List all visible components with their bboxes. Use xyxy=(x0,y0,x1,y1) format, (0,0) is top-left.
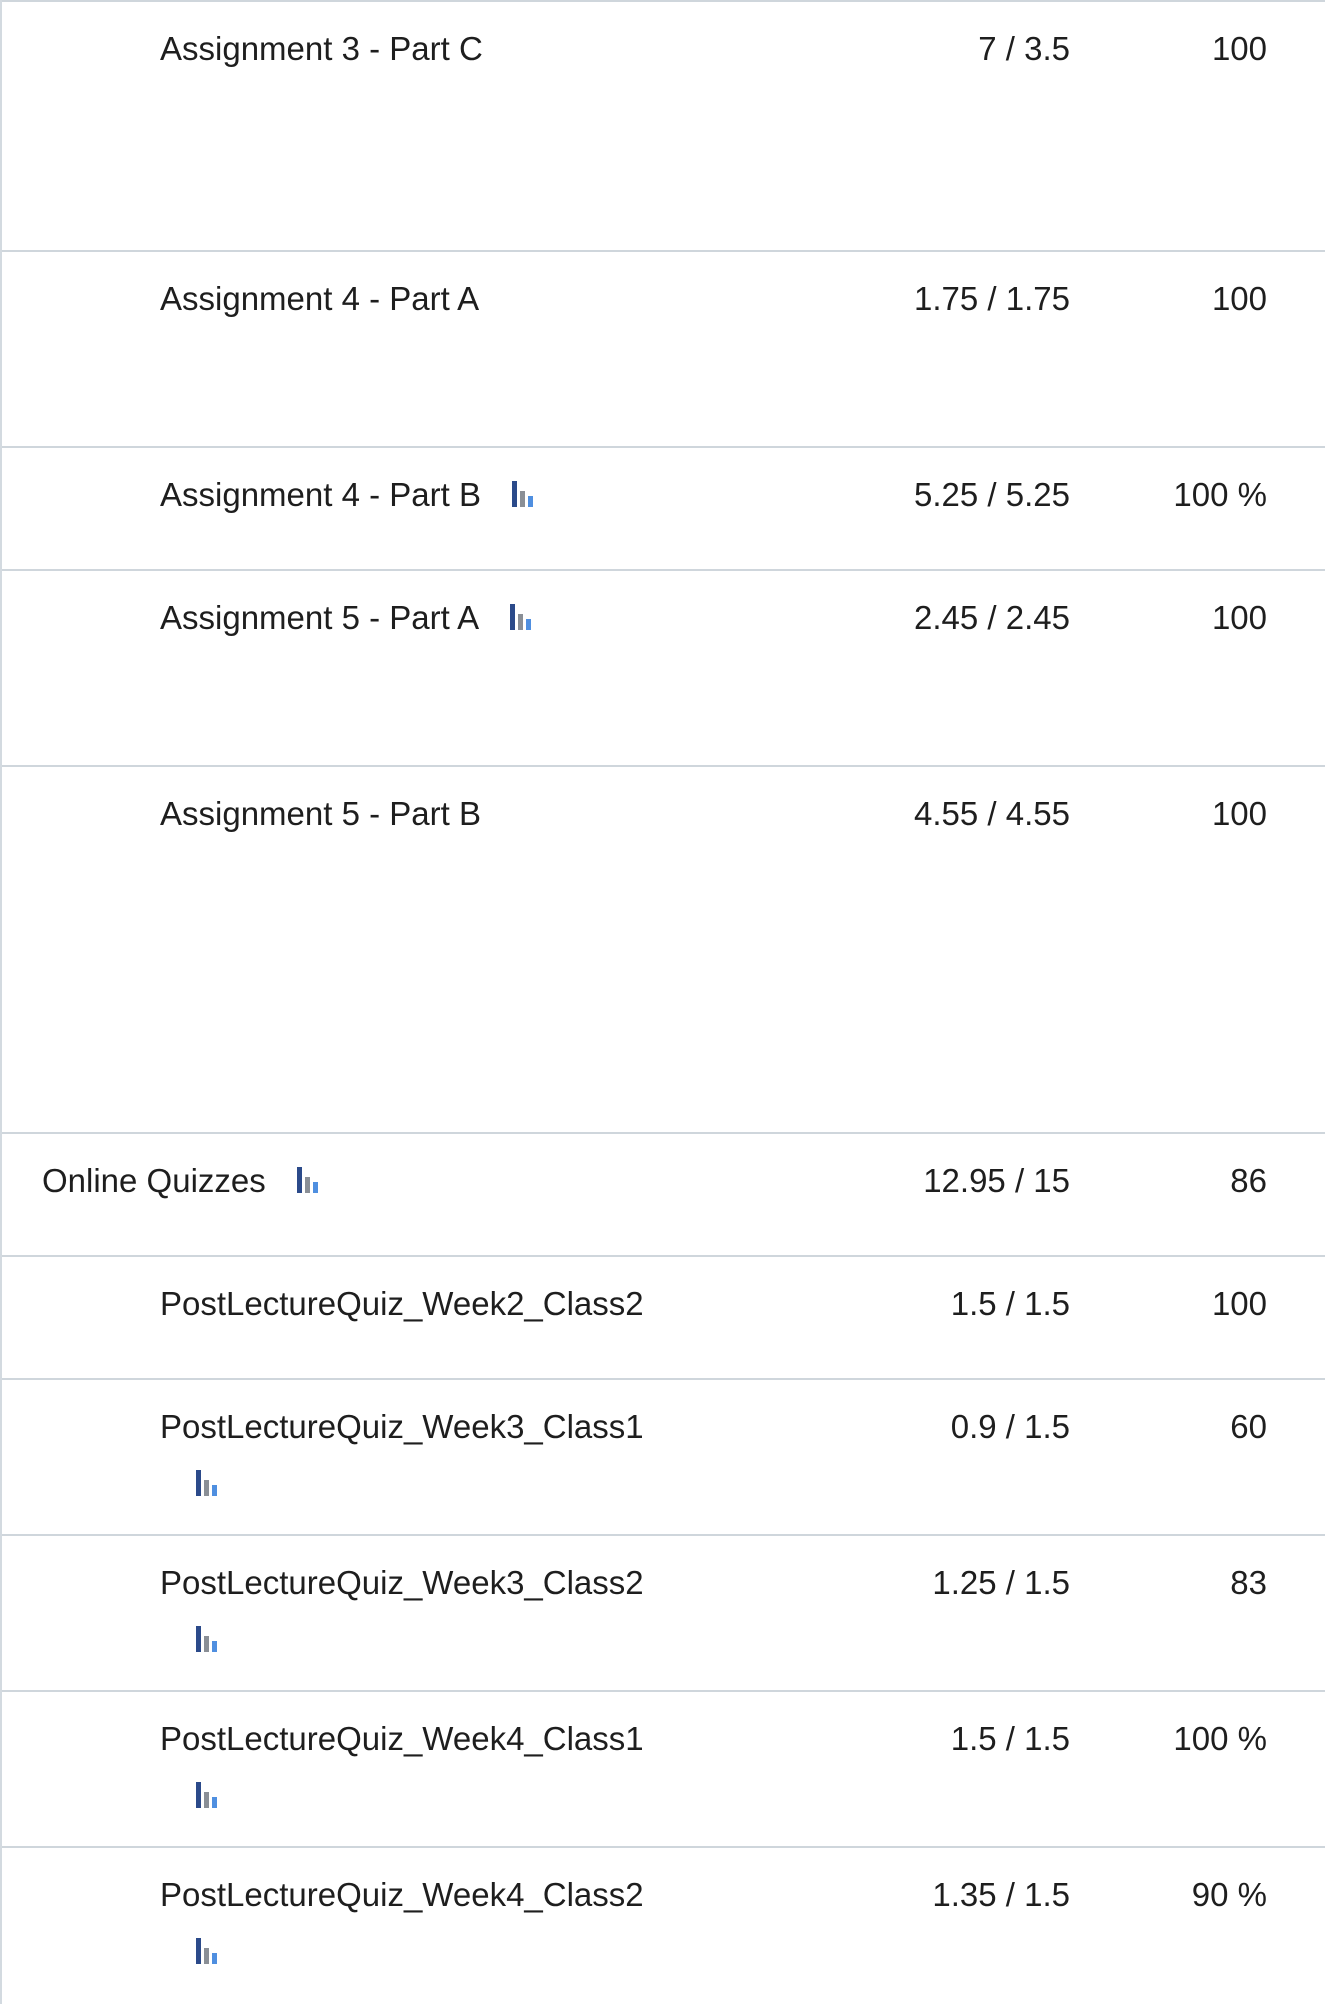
grade-weight: 83 xyxy=(1230,1564,1267,1601)
grade-row-assignment-4-part-b: Assignment 4 - Part B 5.25 / 5.25 100 % xyxy=(2,448,1325,571)
bar-chart-icon[interactable] xyxy=(511,479,537,509)
grade-points: 5.25 / 5.25 xyxy=(914,476,1070,513)
grade-weight: 100 xyxy=(1211,30,1267,67)
grade-weight: 100 xyxy=(1211,795,1267,832)
grade-points: 1.5 / 1.5 xyxy=(950,1285,1070,1322)
grade-weight: 60 xyxy=(1230,1408,1267,1445)
grade-weight: 100 xyxy=(1211,280,1267,317)
grade-item-name: Assignment 5 - Part A xyxy=(160,599,480,636)
bar-chart-icon[interactable] xyxy=(296,1165,322,1195)
grade-item-name: PostLectureQuiz_Week4_Class2 xyxy=(160,1876,644,1913)
grade-points: 4.55 / 4.55 xyxy=(914,795,1070,832)
grade-row-postlecturequiz-week3-class1: PostLectureQuiz_Week3_Class1 0.9 / 1.5 6… xyxy=(2,1380,1325,1536)
grade-row-postlecturequiz-week2-class2: PostLectureQuiz_Week2_Class2 1.5 / 1.5 1… xyxy=(2,1257,1325,1380)
grade-item-name-wrap: Assignment 5 - Part A xyxy=(160,595,535,641)
grade-item-name: Assignment 4 - Part B xyxy=(160,476,481,513)
grade-weight: 100 xyxy=(1211,599,1267,636)
grade-row-assignment-5-part-b: Assignment 5 - Part B 4.55 / 4.55 100 xyxy=(2,767,1325,1134)
grade-points: 1.75 / 1.75 xyxy=(914,280,1070,317)
grade-row-assignment-5-part-a: Assignment 5 - Part A 2.45 / 2.45 100 xyxy=(2,571,1325,767)
grades-table: Assignment 3 - Part C 7 / 3.5 100 Assign… xyxy=(0,0,1325,2004)
bar-chart-icon[interactable] xyxy=(509,602,535,632)
grade-weight: 90 % xyxy=(1191,1876,1267,1913)
grade-row-postlecturequiz-week3-class2: PostLectureQuiz_Week3_Class2 1.25 / 1.5 … xyxy=(2,1536,1325,1692)
grade-points: 1.5 / 1.5 xyxy=(950,1720,1070,1757)
grade-item-name: Assignment 4 - Part A xyxy=(160,280,480,317)
grade-item-name: PostLectureQuiz_Week4_Class1 xyxy=(160,1720,644,1757)
grade-points: 1.25 / 1.5 xyxy=(932,1564,1070,1601)
bar-chart-icon[interactable] xyxy=(195,1780,221,1810)
grade-row-postlecturequiz-week4-class2: PostLectureQuiz_Week4_Class2 1.35 / 1.5 … xyxy=(2,1848,1325,2004)
grade-points: 7 / 3.5 xyxy=(978,30,1070,67)
grade-row-assignment-4-part-a: Assignment 4 - Part A 1.75 / 1.75 100 xyxy=(2,252,1325,448)
grade-item-name: PostLectureQuiz_Week3_Class1 xyxy=(160,1408,644,1445)
grade-item-name: Assignment 3 - Part C xyxy=(160,30,483,67)
grade-weight: 100 xyxy=(1211,1285,1267,1322)
grade-category-online-quizzes: Online Quizzes 12.95 / 15 86 xyxy=(2,1134,1325,1257)
grade-item-name: Assignment 5 - Part B xyxy=(160,795,481,832)
grade-item-name-wrap: Assignment 4 - Part B xyxy=(160,472,537,518)
grade-weight: 100 % xyxy=(1173,476,1267,513)
grade-weight: 100 % xyxy=(1173,1720,1267,1757)
grade-points: 12.95 / 15 xyxy=(923,1162,1070,1199)
bar-chart-icon[interactable] xyxy=(195,1936,221,1966)
grade-points: 2.45 / 2.45 xyxy=(914,599,1070,636)
grade-category-name: Online Quizzes xyxy=(42,1162,266,1199)
grade-item-name: PostLectureQuiz_Week2_Class2 xyxy=(160,1285,644,1322)
grade-row-postlecturequiz-week4-class1: PostLectureQuiz_Week4_Class1 1.5 / 1.5 1… xyxy=(2,1692,1325,1848)
grade-points: 0.9 / 1.5 xyxy=(950,1408,1070,1445)
grade-weight: 86 xyxy=(1230,1162,1267,1199)
bar-chart-icon[interactable] xyxy=(195,1624,221,1654)
grade-item-name: PostLectureQuiz_Week3_Class2 xyxy=(160,1564,644,1601)
grade-points: 1.35 / 1.5 xyxy=(932,1876,1070,1913)
grade-row-assignment-3-part-c: Assignment 3 - Part C 7 / 3.5 100 xyxy=(2,0,1325,252)
grade-category-name-wrap: Online Quizzes xyxy=(42,1158,322,1204)
bar-chart-icon[interactable] xyxy=(195,1468,221,1498)
